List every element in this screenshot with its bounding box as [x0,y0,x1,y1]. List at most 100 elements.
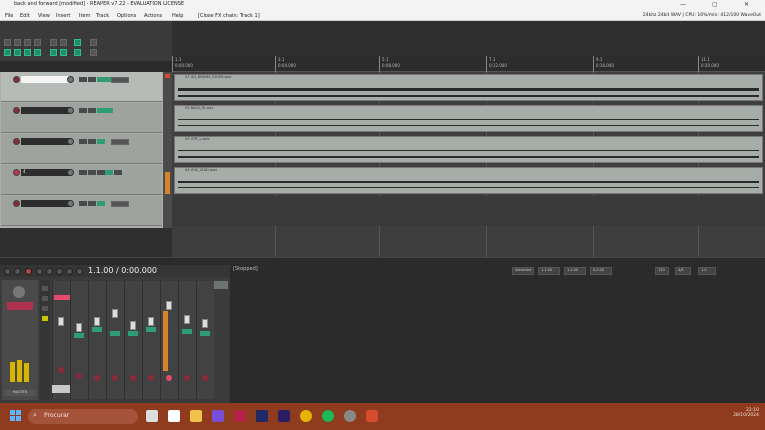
track-name-field[interactable]: 4 [21,169,71,176]
mute-button[interactable] [79,201,87,206]
track-header[interactable] [1,196,162,226]
volume-knob[interactable] [67,138,74,145]
master-pan-knob[interactable] [13,286,25,298]
menu-help[interactable]: Help [172,13,183,19]
taskbar-search[interactable]: ⌕ Procurar [28,409,138,424]
mute-button[interactable] [79,139,87,144]
volume-fader[interactable] [76,323,82,332]
record-arm-button[interactable] [13,200,20,207]
spotify-icon[interactable] [322,410,334,422]
record-button[interactable] [25,268,32,275]
volume-fader[interactable] [94,317,100,326]
record-arm-button[interactable] [58,367,64,373]
track-name-field[interactable] [21,76,71,83]
record-arm-button[interactable] [94,375,100,381]
menu-context[interactable]: [Close FX chain: Track 1] [198,13,260,19]
volume-knob[interactable] [67,200,74,207]
io-button[interactable] [105,170,113,175]
ripple-icon[interactable] [24,49,31,56]
playrate-field[interactable]: 1.0 [698,267,716,275]
env-button[interactable] [114,170,122,175]
volume-fader[interactable] [112,309,118,318]
fx-button[interactable] [97,201,105,206]
fx-button[interactable] [74,333,84,338]
fx-button[interactable] [97,108,105,113]
fx-button[interactable] [97,77,105,82]
redo-icon[interactable] [60,39,67,46]
master-fader-cap[interactable] [7,302,33,310]
bpm-field[interactable]: 120 [655,267,669,275]
trim-button[interactable] [111,77,129,83]
fx-button[interactable] [92,327,102,332]
media-item[interactable]: 03 GTR_L.wav [174,136,763,163]
trim-button[interactable] [111,139,129,145]
volume-knob[interactable] [67,76,74,83]
edge-icon[interactable] [168,410,180,422]
app-icon[interactable] [234,410,246,422]
minimize-button[interactable]: — [680,1,686,8]
record-arm-button[interactable] [148,375,154,381]
volume-fader[interactable] [184,315,190,324]
track-name-field[interactable] [21,200,71,207]
photoshop-icon[interactable] [256,410,268,422]
solo-button[interactable] [88,139,96,144]
arrange-view[interactable]: 01 GH_DRUMS_ROOM.wav 02 BASS_DI.wav 03 G… [172,72,765,257]
reaper-icon[interactable] [344,410,356,422]
volume-fader[interactable] [202,319,208,328]
selection-start-field[interactable]: 1.1.00 [538,267,560,275]
io-button[interactable] [105,108,113,113]
record-arm-button[interactable] [112,375,118,381]
volume-knob[interactable] [67,169,74,176]
volume-knob[interactable] [67,107,74,114]
file-explorer-icon[interactable] [190,410,202,422]
stop-button[interactable] [56,268,63,275]
record-arm-button[interactable] [13,76,20,83]
menu-view[interactable]: View [38,13,50,19]
menu-track[interactable]: Track [96,13,109,19]
crossfade-icon[interactable] [50,49,57,56]
open-project-icon[interactable] [14,39,21,46]
task-view-icon[interactable] [146,410,158,422]
mute-button[interactable] [79,77,87,82]
record-arm-button[interactable] [13,169,20,176]
auto-scroll-icon[interactable] [74,49,81,56]
repeat-button[interactable] [76,268,83,275]
media-item[interactable]: 01 GH_DRUMS_ROOM.wav [174,74,763,101]
menu-edit[interactable]: Edit [20,13,30,19]
tcp-empty-area[interactable] [0,228,172,257]
record-arm-button[interactable] [13,138,20,145]
go-to-start-button[interactable] [4,268,11,275]
premiere-icon[interactable] [278,410,290,422]
solo-button[interactable] [88,108,96,113]
pause-button[interactable] [46,268,53,275]
app-icon[interactable] [366,410,378,422]
timeline-ruler[interactable]: 1.1 0:00.000 3.1 0:04.000 5.1 0:08.000 7.1 0… [172,56,765,72]
envelope-icon[interactable] [90,39,97,46]
fx-button[interactable] [97,170,105,175]
item-grouping-icon[interactable] [34,49,41,56]
chrome-icon[interactable] [300,410,312,422]
fx-button[interactable] [97,139,105,144]
record-arm-button[interactable] [130,375,136,381]
windows-start-icon[interactable] [10,410,22,422]
mute-button[interactable] [79,170,87,175]
track-name-field[interactable] [21,107,71,114]
menu-options[interactable]: Options [117,13,136,19]
track-name-field[interactable] [21,138,71,145]
selection-length-field[interactable]: 0.0.00 [590,267,612,275]
volume-fader[interactable] [58,317,64,326]
rewind-button[interactable] [14,268,21,275]
close-button[interactable]: ✕ [744,1,749,8]
timesig-field[interactable]: 4/4 [675,267,691,275]
menu-file[interactable]: File [5,13,13,19]
track-header[interactable]: 4 [1,165,162,195]
fx-button[interactable] [128,331,138,336]
track-header[interactable] [1,72,162,102]
mute-button[interactable] [79,108,87,113]
menu-item[interactable]: Item [79,13,90,19]
fx-button[interactable] [182,329,192,334]
snap-icon[interactable] [14,49,21,56]
fx-button[interactable] [110,331,120,336]
trim-button[interactable] [111,201,129,207]
play-button[interactable] [36,268,43,275]
